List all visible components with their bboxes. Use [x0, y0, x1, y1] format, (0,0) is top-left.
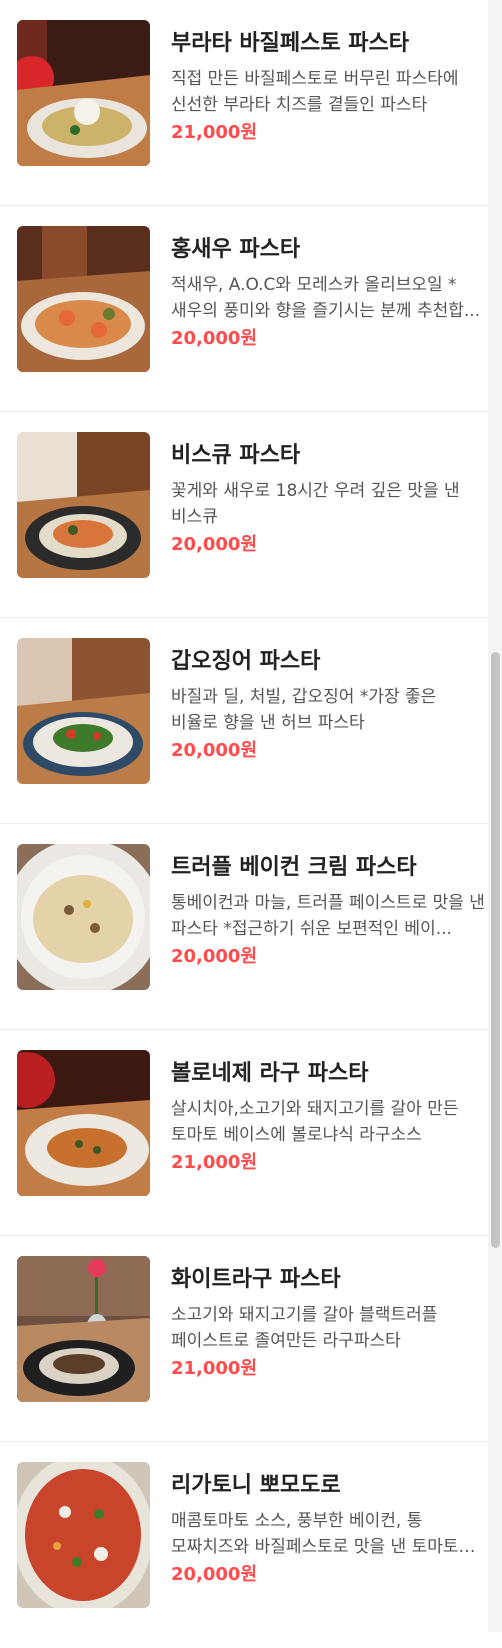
menu-item-photo[interactable]: [17, 1256, 150, 1402]
menu-item-price: 20,000원: [171, 740, 258, 761]
menu-item-photo[interactable]: [17, 638, 150, 784]
menu-item-info: 화이트라구 파스타 소고기와 돼지고기를 갈아 블랙트러플 페이스트로 졸여만든…: [171, 1264, 488, 1382]
scrollbar-thumb[interactable]: [491, 652, 500, 1248]
menu-item-description: 소고기와 돼지고기를 갈아 블랙트러플 페이스트로 졸여만든 라구파스타: [171, 1305, 438, 1351]
menu-item[interactable]: 비스큐 파스타 꽃게와 새우로 18시간 우려 깊은 맛을 낸 비스큐 20,0…: [0, 412, 488, 618]
menu-item-info: 볼로네제 라구 파스타 살시치아,소고기와 돼지고기를 갈아 만든 토마토 베이…: [171, 1058, 488, 1176]
menu-item-price: 20,000원: [171, 328, 258, 349]
menu-item-info: 부라타 바질페스토 파스타 직접 만든 바질페스토로 버무린 파스타에 신선한 …: [171, 28, 488, 146]
menu-item-name: 리가토니 뽀모도로: [171, 1473, 341, 1498]
menu-item-name: 볼로네제 라구 파스타: [171, 1061, 369, 1086]
menu-item[interactable]: 트러플 베이컨 크림 파스타 통베이컨과 마늘, 트러플 페이스트로 맛을 낸 …: [0, 824, 488, 1030]
menu-item-photo[interactable]: [17, 432, 150, 578]
menu-item[interactable]: 갑오징어 파스타 바질과 딜, 처빌, 갑오징어 *가장 좋은 비율로 향을 낸…: [0, 618, 488, 824]
menu-item[interactable]: 리가토니 뽀모도로 매콤토마토 소스, 풍부한 베이컨, 통 모짜치즈와 바질페…: [0, 1442, 488, 1648]
scrollbar[interactable]: [488, 0, 502, 1632]
menu-item-info: 비스큐 파스타 꽃게와 새우로 18시간 우려 깊은 맛을 낸 비스큐 20,0…: [171, 440, 488, 558]
menu-item-price: 21,000원: [171, 1358, 258, 1379]
menu-item-photo[interactable]: [17, 1462, 150, 1608]
menu-item-description: 매콤토마토 소스, 풍부한 베이컨, 통 모짜치즈와 바질페스토로 맛을 낸 토…: [171, 1511, 459, 1557]
menu-item-photo[interactable]: [17, 844, 150, 990]
menu-item-info: 갑오징어 파스타 바질과 딜, 처빌, 갑오징어 *가장 좋은 비율로 향을 낸…: [171, 646, 488, 764]
menu-item-price: 21,000원: [171, 122, 258, 143]
menu-item-name: 트러플 베이컨 크림 파스타: [171, 855, 417, 880]
menu-item-photo[interactable]: [17, 1050, 150, 1196]
menu-item-name: 비스큐 파스타: [171, 443, 301, 468]
menu-item[interactable]: 볼로네제 라구 파스타 살시치아,소고기와 돼지고기를 갈아 만든 토마토 베이…: [0, 1030, 488, 1236]
menu-item-info: 리가토니 뽀모도로 매콤토마토 소스, 풍부한 베이컨, 통 모짜치즈와 바질페…: [171, 1470, 488, 1588]
menu-item[interactable]: 홍새우 파스타 적새우, A.O.C와 모레스카 올리브오일 *새우의 풍미와 …: [0, 206, 488, 412]
menu-item-description: 통베이컨과 마늘, 트러플 페이스트로 맛을 낸 파스타 *접근하기 쉬운 보편…: [171, 893, 485, 939]
menu-list: 부라타 바질페스토 파스타 직접 만든 바질페스토로 버무린 파스타에 신선한 …: [0, 0, 488, 1648]
menu-item-price: 20,000원: [171, 946, 258, 967]
menu-item-description: 바질과 딜, 처빌, 갑오징어 *가장 좋은 비율로 향을 낸 허브 파스타: [171, 687, 437, 733]
menu-item-description: 살시치아,소고기와 돼지고기를 갈아 만든 토마토 베이스에 볼로냐식 라구소스: [171, 1099, 459, 1145]
menu-item-info: 트러플 베이컨 크림 파스타 통베이컨과 마늘, 트러플 페이스트로 맛을 낸 …: [171, 852, 488, 970]
menu-item-name: 홍새우 파스타: [171, 237, 301, 262]
menu-item-info: 홍새우 파스타 적새우, A.O.C와 모레스카 올리브오일 *새우의 풍미와 …: [171, 234, 488, 352]
menu-item-name: 부라타 바질페스토 파스타: [171, 31, 409, 56]
menu-item-price: 20,000원: [171, 1564, 258, 1585]
menu-item-description: 직접 만든 바질페스토로 버무린 파스타에 신선한 부라타 치즈를 곁들인 파스…: [171, 69, 459, 115]
menu-item-price: 21,000원: [171, 1152, 258, 1173]
menu-item-name: 갑오징어 파스타: [171, 649, 321, 674]
menu-item-photo[interactable]: [17, 20, 150, 166]
menu-item[interactable]: 화이트라구 파스타 소고기와 돼지고기를 갈아 블랙트러플 페이스트로 졸여만든…: [0, 1236, 488, 1442]
menu-item-photo[interactable]: [17, 226, 150, 372]
menu-item-name: 화이트라구 파스타: [171, 1267, 341, 1292]
menu-item-description: 적새우, A.O.C와 모레스카 올리브오일 *새우의 풍미와 향을 즐기시는 …: [171, 275, 481, 321]
menu-item[interactable]: 부라타 바질페스토 파스타 직접 만든 바질페스토로 버무린 파스타에 신선한 …: [0, 0, 488, 206]
menu-item-description: 꽃게와 새우로 18시간 우려 깊은 맛을 낸 비스큐: [171, 481, 460, 527]
menu-item-price: 20,000원: [171, 534, 258, 555]
